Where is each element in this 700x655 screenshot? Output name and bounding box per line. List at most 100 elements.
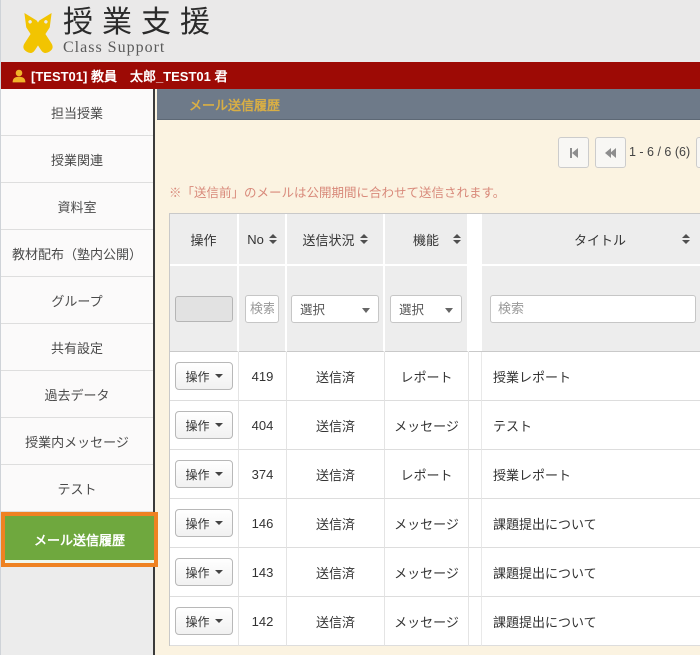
column-gap [469,266,482,352]
sort-icon[interactable] [269,234,277,244]
column-gap [469,499,482,548]
caret-down-icon [215,472,223,476]
prev-page-button[interactable] [595,137,626,168]
caret-down-icon [215,423,223,427]
status-select[interactable]: 選択 [291,295,379,323]
cell-status: 送信済 [287,450,385,499]
sidebar-item-6[interactable]: 過去データ [1,371,153,418]
cell-no: 146 [239,499,287,548]
page-title: メール送信履歴 [189,95,280,114]
logo: 授業支援 Class Support [17,7,219,56]
app-header: 授業支援 Class Support [1,0,700,62]
page-header-bar: メール送信履歴 [157,89,700,120]
cell-function: メッセージ [385,401,469,450]
logged-in-user: [TEST01] 教員 太郎_TEST01 君 [31,66,227,85]
sidebar-item-7[interactable]: 授業内メッセージ [1,418,153,465]
sidebar-item-3[interactable]: 教材配布（塾内公開） [1,230,153,277]
sidebar-item-9[interactable]: メール送信履歴 [1,512,158,567]
user-bar: [TEST01] 教員 太郎_TEST01 君 [1,62,700,89]
column-gap [469,352,482,401]
cell-function: レポート [385,450,469,499]
row-action-button[interactable]: 操作 [175,460,233,488]
cell-title: 課題提出について [482,499,700,548]
sidebar-item-5[interactable]: 共有設定 [1,324,153,371]
column-gap [469,597,482,646]
cell-status: 送信済 [287,499,385,548]
col-header-status[interactable]: 送信状況 [287,214,385,266]
table-row: 操作 146 送信済 メッセージ 課題提出について [170,499,700,548]
column-gap [469,450,482,499]
filter-row: 選択 選択 [170,266,700,352]
operation-filter-disabled [175,296,233,322]
user-person-icon [12,69,26,83]
sort-icon[interactable] [360,234,368,244]
content-area: 1 - 6 / 6 (6) ※「送信前」のメールは公開期間に合わせて送信されます… [157,120,700,655]
next-page-button[interactable] [696,137,700,168]
first-page-button[interactable] [558,137,589,168]
cell-title: 授業レポート [482,450,700,499]
caret-down-icon [215,619,223,623]
mail-history-table: 操作 No 送信状況 [169,213,700,646]
filter-function-cell: 選択 [385,266,469,352]
function-select[interactable]: 選択 [390,295,462,323]
sidebar-item-2[interactable]: 資料室 [1,183,153,230]
row-action-button[interactable]: 操作 [175,558,233,586]
pagination-status: 1 - 6 / 6 (6) [629,145,690,159]
sidebar-item-1[interactable]: 授業関連 [1,136,153,183]
cell-function: メッセージ [385,499,469,548]
sort-icon[interactable] [682,234,690,244]
col-header-title[interactable]: タイトル [482,214,700,266]
title-search-input[interactable] [490,295,696,323]
cell-status: 送信済 [287,401,385,450]
column-gap [469,548,482,597]
caret-down-icon [215,374,223,378]
cell-function: メッセージ [385,597,469,646]
cell-title: 課題提出について [482,597,700,646]
cell-function: メッセージ [385,548,469,597]
filter-operation-cell [170,266,239,352]
row-action-button[interactable]: 操作 [175,411,233,439]
col-header-operation: 操作 [170,214,239,266]
cell-no: 404 [239,401,287,450]
main-content: メール送信履歴 1 - 6 / 6 (6) ※「送信前」のメールは公開期間に合わ… [157,89,700,655]
caret-down-icon [215,521,223,525]
crossed-pens-logo-icon [17,7,59,55]
cell-title: 課題提出について [482,548,700,597]
cell-no: 142 [239,597,287,646]
row-action-button[interactable]: 操作 [175,509,233,537]
no-search-input[interactable] [245,295,279,323]
select-caret-icon [445,308,453,313]
table-row: 操作 142 送信済 メッセージ 課題提出について [170,597,700,646]
table-header-row: 操作 No 送信状況 [170,214,700,266]
cell-no: 374 [239,450,287,499]
col-header-function[interactable]: 機能 [385,214,469,266]
cell-no: 143 [239,548,287,597]
filter-status-cell: 選択 [287,266,385,352]
col-header-no[interactable]: No [239,214,287,266]
sort-icon[interactable] [453,234,461,244]
row-action-button[interactable]: 操作 [175,607,233,635]
cell-status: 送信済 [287,352,385,401]
app-window: 授業支援 Class Support [TEST01] 教員 太郎_TEST01… [0,0,700,655]
sidebar-item-8[interactable]: テスト [1,465,153,512]
filter-no-cell [239,266,287,352]
app-title: 授業支援 [63,7,219,39]
cell-status: 送信済 [287,548,385,597]
table-row: 操作 404 送信済 メッセージ テスト [170,401,700,450]
send-note: ※「送信前」のメールは公開期間に合わせて送信されます。 [169,182,505,201]
cell-status: 送信済 [287,597,385,646]
column-gap [469,401,482,450]
app-subtitle: Class Support [63,39,219,56]
table-row: 操作 143 送信済 メッセージ 課題提出について [170,548,700,597]
cell-title: 授業レポート [482,352,700,401]
sidebar-item-4[interactable]: グループ [1,277,153,324]
cell-title: テスト [482,401,700,450]
select-caret-icon [362,308,370,313]
sidebar-item-0[interactable]: 担当授業 [1,89,153,136]
row-action-button[interactable]: 操作 [175,362,233,390]
caret-down-icon [215,570,223,574]
column-gap [469,214,482,266]
sidebar: 担当授業 授業関連 資料室 教材配布（塾内公開） グループ 共有設定 過去データ… [1,89,155,655]
filter-title-cell [482,266,700,352]
table-row: 操作 419 送信済 レポート 授業レポート [170,352,700,401]
